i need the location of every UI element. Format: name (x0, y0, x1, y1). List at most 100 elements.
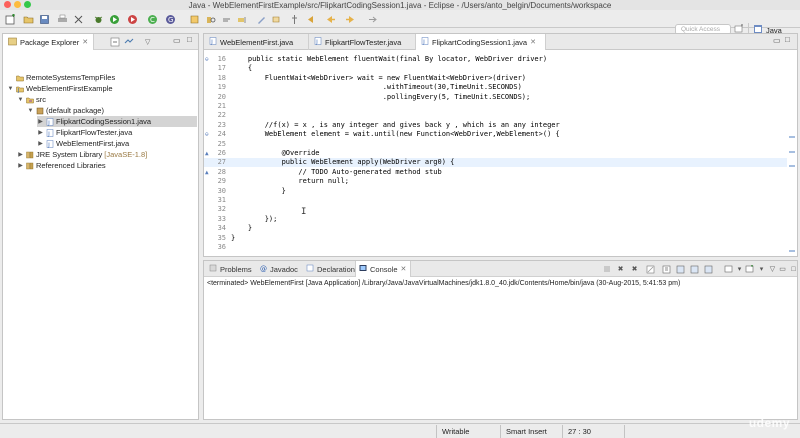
code-line[interactable]: 31 (204, 196, 787, 205)
edit-icon[interactable] (255, 13, 267, 25)
annotation-icon[interactable] (270, 13, 282, 25)
code-line[interactable]: 33 }); (204, 215, 787, 224)
code-line[interactable]: 26 @Override ▲ (204, 149, 787, 158)
maximize-editor-icon[interactable]: □ (785, 35, 790, 44)
new-package-icon[interactable]: G (164, 13, 176, 25)
link-with-editor-icon[interactable] (124, 37, 134, 47)
new-java-class-icon[interactable]: C (146, 13, 158, 25)
minimize-view-icon[interactable]: ▭ (173, 36, 181, 45)
code-line[interactable]: 17 { (204, 64, 787, 73)
code-line[interactable]: 23 //f(x) = x , is any integer and gives… (204, 121, 787, 130)
code-line[interactable]: 18 FluentWait<WebDriver> wait = new Flue… (204, 74, 787, 83)
save-icon[interactable] (38, 13, 50, 25)
code-line[interactable]: 28 // TODO Auto-generated method stub ▲ (204, 168, 787, 177)
fold-toggle-icon[interactable]: ⊖ (205, 130, 209, 139)
collapse-chevron-icon[interactable]: ▼ (7, 86, 14, 92)
occurrence-marker[interactable] (789, 165, 795, 167)
run-external-tools-icon[interactable] (126, 13, 138, 25)
bottom-panel-tab[interactable]: Console ✕ (355, 261, 411, 277)
remove-launch-icon[interactable]: ✖ (615, 264, 626, 274)
collapse-chevron-icon[interactable]: ▼ (27, 108, 34, 114)
expand-chevron-icon[interactable]: ▶ (37, 129, 44, 136)
maximize-panel-icon[interactable]: □ (788, 264, 799, 274)
close-tab-icon[interactable]: ✕ (82, 38, 88, 46)
minimize-editor-icon[interactable]: ▭ (773, 36, 781, 45)
package-explorer-tab[interactable]: Package Explorer ✕ (3, 34, 95, 50)
open-console-icon[interactable] (744, 264, 755, 274)
zoom-window-button[interactable] (24, 1, 31, 8)
editor-tab[interactable]: J FlipkartCodingSession1.java ✕ (416, 34, 546, 50)
toggle-mark-occurrences-icon[interactable] (220, 13, 232, 25)
expand-chevron-icon[interactable]: ▶ (17, 151, 24, 158)
tree-item[interactable]: RemoteSystemsTempFiles (7, 72, 115, 83)
collapse-chevron-icon[interactable]: ▼ (17, 97, 24, 103)
code-line[interactable]: 35} (204, 234, 787, 243)
code-line[interactable]: 25 (204, 140, 787, 149)
tree-item[interactable]: ▼ (default package) (27, 105, 104, 116)
code-line[interactable]: 21 (204, 102, 787, 111)
open-console-menu-icon[interactable]: ▾ (756, 264, 767, 274)
tree-item[interactable]: ▶ JRE System Library [JavaSE-1.8] (17, 149, 147, 160)
show-console-on-error-icon[interactable] (703, 264, 714, 274)
minimize-window-button[interactable] (14, 1, 21, 8)
code-line[interactable]: 36 (204, 243, 787, 252)
clear-console-icon[interactable] (645, 264, 656, 274)
forward-icon[interactable] (344, 13, 356, 25)
collapse-all-icon[interactable] (110, 37, 120, 47)
window-controls[interactable] (4, 1, 31, 8)
tree-item[interactable]: ▶ Referenced Libraries (17, 160, 105, 171)
search-icon[interactable] (204, 13, 216, 25)
close-window-button[interactable] (4, 1, 11, 8)
minimize-panel-icon[interactable]: ▭ (777, 264, 788, 274)
expand-chevron-icon[interactable]: ▶ (37, 118, 44, 125)
code-line[interactable]: 32 (204, 205, 787, 214)
bottom-panel-tab[interactable]: Declaration (303, 261, 355, 277)
expand-chevron-icon[interactable]: ▶ (17, 162, 24, 169)
word-wrap-icon[interactable] (675, 264, 686, 274)
code-line[interactable]: 16 public static WebElement fluentWait(f… (204, 55, 787, 64)
close-tab-icon[interactable]: ✕ (401, 265, 407, 273)
scroll-lock-icon[interactable] (661, 264, 672, 274)
last-edit-location-icon[interactable] (306, 13, 318, 25)
expand-chevron-icon[interactable]: ▶ (37, 140, 44, 147)
tree-item[interactable]: ▶ J FlipkartFlowTester.java (37, 127, 132, 138)
occurrence-marker[interactable] (789, 250, 795, 252)
tree-item[interactable]: ▶ J FlipkartCodingSession1.java (37, 116, 197, 127)
tree-item[interactable]: ▶ J WebElementFirst.java (37, 138, 129, 149)
editor-tab[interactable]: J WebElementFirst.java (204, 34, 309, 50)
terminate-icon[interactable] (601, 264, 612, 274)
run-icon[interactable] (108, 13, 120, 25)
bottom-panel-tab[interactable]: @ Javadoc (256, 261, 301, 277)
open-type-icon[interactable] (188, 13, 200, 25)
bottom-panel-tab[interactable]: Problems (206, 261, 254, 277)
code-line[interactable]: 19 .withTimeout(30,TimeUnit.SECONDS) (204, 83, 787, 92)
code-line[interactable]: 34 } (204, 224, 787, 233)
override-marker-icon[interactable]: ▲ (205, 149, 209, 158)
code-line[interactable]: 30 } (204, 187, 787, 196)
show-console-on-output-icon[interactable] (689, 264, 700, 274)
code-line[interactable]: 20 .pollingEvery(5, TimeUnit.SECONDS); (204, 93, 787, 102)
back-icon[interactable] (324, 13, 336, 25)
annotation-down-icon[interactable] (236, 13, 248, 25)
print-icon[interactable] (56, 13, 68, 25)
forward-history-icon[interactable] (366, 13, 378, 25)
tree-item[interactable]: ▼ J WebElementFirstExample (7, 83, 113, 94)
debug-tools-icon[interactable] (72, 13, 84, 25)
pin-console-icon[interactable] (723, 264, 734, 274)
maximize-view-icon[interactable]: □ (187, 35, 192, 44)
tree-item[interactable]: ▼ src (17, 94, 46, 105)
remove-all-terminated-icon[interactable]: ✖ (629, 264, 640, 274)
code-line[interactable]: 27 public WebElement apply(WebDriver arg… (204, 158, 787, 168)
code-line[interactable]: 24 WebElement element = wait.until(new F… (204, 130, 787, 139)
overview-ruler[interactable] (788, 52, 796, 254)
editor-tab[interactable]: J FlipkartFlowTester.java (309, 34, 416, 50)
occurrence-marker[interactable] (789, 136, 795, 138)
fold-toggle-icon[interactable]: ⊖ (205, 55, 209, 64)
view-menu-icon[interactable]: ▽ (145, 38, 150, 46)
pin-editor-icon[interactable] (288, 13, 300, 25)
close-tab-icon[interactable]: ✕ (530, 38, 536, 46)
code-line[interactable]: 22 (204, 111, 787, 120)
new-icon[interactable] (4, 13, 16, 25)
occurrence-marker[interactable] (789, 151, 795, 153)
open-folder-icon[interactable] (22, 13, 34, 25)
